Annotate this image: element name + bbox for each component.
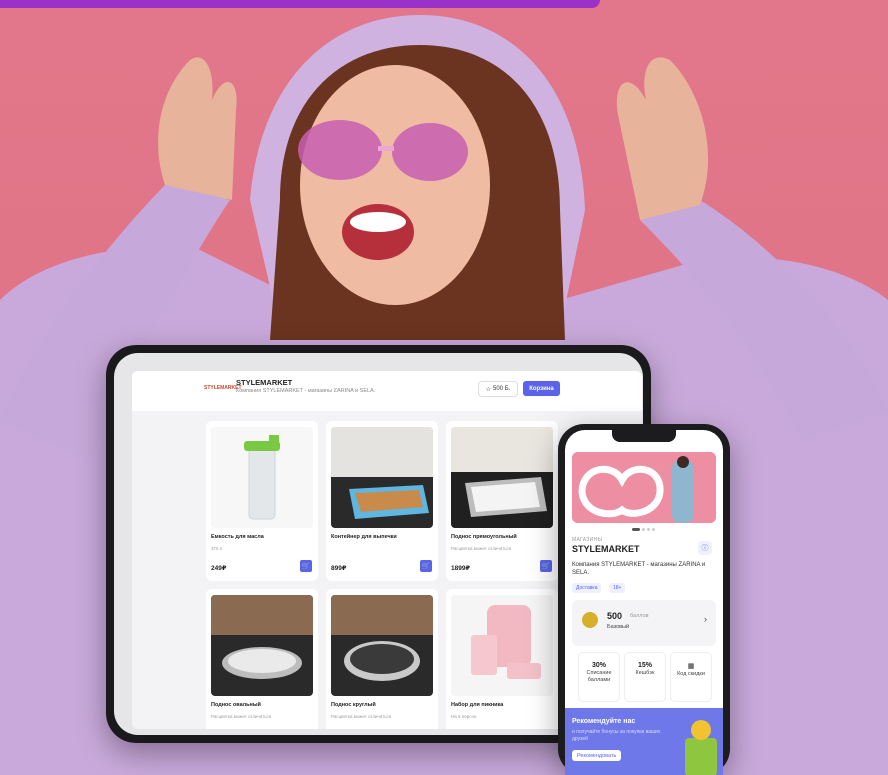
referral-section: Рекомендуйте нас и получайте бонусы за п… [565,708,723,775]
store-title: STYLEMARKET [236,378,293,387]
points-button[interactable]: ☆ 500 Б. [478,381,518,397]
gift-illustration [685,720,717,775]
product-card[interactable]: Поднос овальный Расцветка может отличать… [206,589,318,729]
right-hand [616,57,709,220]
product-name: Емкость для масла [211,534,264,540]
baking-container-image [331,427,433,528]
store-title: STYLEMARKET [572,544,640,554]
product-name: Набор для пикника [451,702,504,708]
glasses-bridge [378,146,394,151]
product-name: Поднос овальный [211,702,261,708]
stat-value: 30% [591,662,606,669]
carousel-dots[interactable] [632,528,655,531]
product-card[interactable]: Емкость для масла 375 п 249₽ 🛒 [206,421,318,581]
points-label: 500 Б. [493,386,511,392]
tag-delivery: Доставка [572,583,602,593]
product-card[interactable]: Поднос прямоугольный Расцветка может отл… [446,421,558,581]
referral-subtitle: и получайте бонусы за покупки ваших друз… [572,729,661,742]
product-desc: Расцветка может отличаться [211,714,272,719]
store-description: Компания STYLEMARKET - магазины ZARINA и… [572,562,706,576]
product-image [451,427,553,528]
teeth [350,212,406,232]
product-price: 1899₽ [451,565,470,572]
product-image [211,595,313,696]
product-image [331,595,433,696]
store-subtitle: Компания STYLEMARKET - магазины ZARINA и… [236,388,376,394]
product-image [331,427,433,528]
product-name: Контейнер для выпечки [331,534,397,540]
left-hand [158,57,237,200]
cart-icon: 🛒 [301,563,311,570]
phone-notch [612,430,676,442]
stat-label: Код скидки [677,671,705,677]
product-card[interactable]: Поднос круглый Расцветка может отличатьс… [326,589,438,729]
store-category: Магазины [572,537,603,543]
cart-button[interactable]: Корзина [523,381,560,396]
round-tray-image [331,595,433,681]
referral-title: Рекомендуйте нас [572,718,636,725]
glasses-right-lens [392,123,468,181]
add-to-cart-button[interactable]: 🛒 [420,560,432,572]
star-icon: ☆ [485,386,492,393]
face [300,65,490,305]
stat-value: 15% [637,662,652,669]
medal-icon [582,612,598,628]
product-price: 899₽ [331,565,347,572]
points-unit: баллов [630,613,649,619]
product-price: 249₽ [211,565,227,572]
product-desc: Расцветка может отличаться [331,714,392,719]
stat-cashback[interactable]: 15% Кешбэк [624,652,666,702]
phone-screen: Магазины STYLEMARKET ⓘ Компания STYLEMAR… [565,430,723,775]
points-value: 500 [607,611,623,621]
store-header: STYLEMARKET STYLEMARKET Компания STYLEMA… [132,371,642,411]
product-card[interactable]: Набор для пикника На 6 персон [446,589,558,729]
recommend-button[interactable]: Рекомендовать [572,750,622,761]
product-desc: На 6 персон [451,714,477,719]
info-button[interactable]: ⓘ [698,541,712,555]
oval-tray-image [211,595,313,679]
tag-age: 18+ [609,583,626,593]
stat-writeoff[interactable]: 30% Списание баллами [578,652,620,702]
add-to-cart-button[interactable]: 🛒 [300,560,312,572]
product-image [451,595,553,696]
loyalty-level: Базовый [607,624,630,630]
banner-image [572,452,716,523]
cart-icon: 🛒 [421,563,431,570]
qr-code-icon: ▦ [687,663,695,670]
phone-device: Магазины STYLEMARKET ⓘ Компания STYLEMAR… [558,424,730,775]
product-image [211,427,313,528]
product-desc: Расцветка может отличаться [451,546,512,551]
rect-tray-image [451,427,553,528]
stat-discount-code[interactable]: ▦ Код скидки [670,652,712,702]
oil-bottle-image [244,435,280,520]
add-to-cart-button[interactable]: 🛒 [540,560,552,572]
stat-label: Кешбэк [635,670,655,676]
picnic-set-image [471,605,541,679]
product-card[interactable]: Контейнер для выпечки 899₽ 🛒 [326,421,438,581]
cart-icon: 🛒 [541,563,551,570]
info-icon: ⓘ [701,545,709,552]
product-desc: 375 п [211,546,223,551]
promo-banner[interactable] [572,452,716,523]
loyalty-points-card[interactable]: 500 баллов Базовый › [572,600,716,646]
stat-label: Списание баллами [586,670,612,683]
product-name: Поднос круглый [331,702,376,708]
product-name: Поднос прямоугольный [451,534,517,540]
glasses-left-lens [298,120,382,180]
chevron-right-icon: › [704,614,707,624]
